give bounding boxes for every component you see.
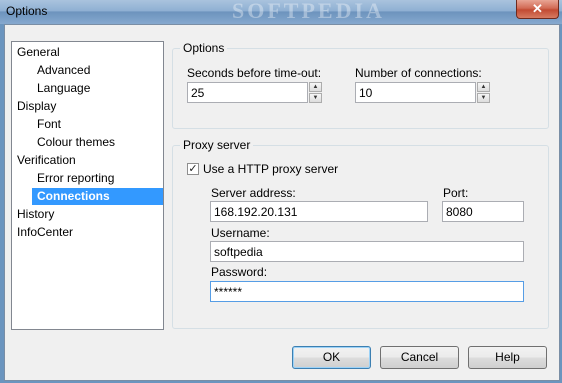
close-icon: ✕ — [532, 1, 543, 16]
tree-item[interactable]: Verification — [17, 152, 76, 169]
use-proxy-checkbox[interactable]: ✓ — [187, 163, 199, 175]
tree-item[interactable]: Advanced — [37, 62, 90, 79]
ok-button[interactable]: OK — [292, 346, 371, 369]
timeout-stepper[interactable]: ▲ ▼ — [309, 82, 322, 103]
connections-label: Number of connections: — [355, 66, 482, 80]
server-address-label: Server address: — [211, 186, 296, 200]
password-input[interactable]: ****** — [210, 281, 524, 302]
spin-down-icon[interactable]: ▼ — [477, 93, 490, 103]
username-input[interactable]: softpedia — [210, 241, 524, 262]
tree-item[interactable]: Colour themes — [37, 134, 115, 151]
timeout-label: Seconds before time-out: — [187, 66, 322, 80]
port-input[interactable]: 8080 — [442, 201, 524, 222]
username-label: Username: — [211, 226, 270, 240]
tree-item[interactable]: Language — [37, 80, 90, 97]
category-tree[interactable]: General Advanced Language Display Font Colour… — [11, 41, 164, 330]
help-button[interactable]: Help — [468, 346, 547, 369]
close-button[interactable]: ✕ — [516, 0, 559, 19]
tree-item[interactable]: General — [17, 44, 60, 61]
tree-item[interactable]: History — [17, 206, 54, 223]
tree-item[interactable]: Font — [37, 116, 61, 133]
spin-up-icon[interactable]: ▲ — [477, 82, 490, 92]
spin-down-icon[interactable]: ▼ — [309, 93, 322, 103]
tree-item[interactable]: Connections — [32, 188, 163, 205]
watermark: SOFTPEDIA — [232, 0, 385, 23]
tree-item[interactable]: Error reporting — [37, 170, 114, 187]
use-proxy-label[interactable]: Use a HTTP proxy server — [203, 162, 338, 176]
cancel-button[interactable]: Cancel — [380, 346, 459, 369]
server-address-input[interactable]: 168.192.20.131 — [210, 201, 428, 222]
tree-item[interactable]: Display — [17, 98, 56, 115]
connections-input[interactable]: 10 — [355, 82, 476, 103]
window-title: Options — [6, 4, 48, 18]
timeout-input[interactable]: 25 — [187, 82, 308, 103]
proxy-group-title: Proxy server — [180, 138, 254, 152]
tree-item[interactable]: InfoCenter — [17, 224, 73, 241]
title-bar[interactable]: Options SOFTPEDIA ✕ — [0, 0, 562, 24]
password-label: Password: — [211, 265, 268, 279]
port-label: Port: — [443, 186, 469, 200]
connections-stepper[interactable]: ▲ ▼ — [477, 82, 490, 103]
options-group-title: Options — [180, 41, 228, 55]
spin-up-icon[interactable]: ▲ — [309, 82, 322, 92]
